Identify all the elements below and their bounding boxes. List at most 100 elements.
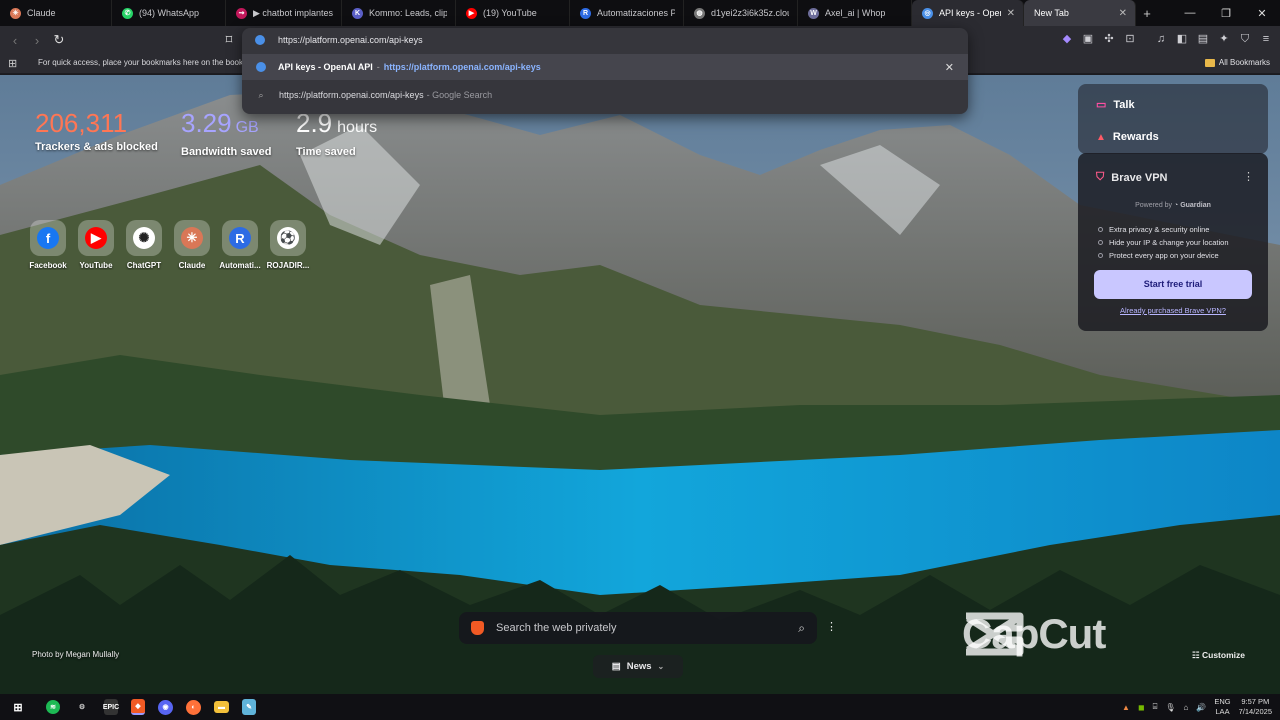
top-site-tile[interactable]: ✳ Claude [172,220,212,270]
tab-title: (94) WhatsApp [139,8,200,18]
remove-suggestion-icon[interactable]: ✕ [945,61,954,74]
tab-title: Axel_ai | Whop [825,8,886,18]
chevron-down-icon: ⌄ [657,662,665,671]
leo-ai-icon[interactable]: ◆ [1061,32,1073,46]
tab-2[interactable]: ⇝ ▶ chatbot implantes - [226,0,342,26]
address-text[interactable]: https://platform.openai.com/api-keys [278,35,423,45]
brave-logo-icon [471,621,484,635]
close-tab-icon[interactable]: ✕ [1007,8,1015,19]
all-bookmarks-label: All Bookmarks [1218,58,1270,67]
discord-icon[interactable]: ◉ [158,699,173,715]
clock-date: 7/14/2025 [1238,707,1272,716]
vpn-feature: Extra privacy & security online [1098,225,1209,234]
tab-4[interactable]: ▶ (19) YouTube [456,0,570,26]
news-button[interactable]: ▤ News ⌄ [593,655,683,678]
screenshot-icon[interactable]: ⊡ [1124,32,1136,46]
capcut-watermark: CapCut [962,610,1106,658]
windows-start-icon[interactable]: ⊞ [9,699,27,715]
stat-value: 3.29 [181,108,232,138]
site-globe-icon [255,35,265,45]
address-bar[interactable]: https://platform.openai.com/api-keys [242,28,968,52]
network-icon[interactable]: ⌂ [1184,703,1189,712]
arrow-icon: ⇝ [236,7,247,19]
tab-1[interactable]: ✆ (94) WhatsApp [112,0,226,26]
talk-label: Talk [1113,98,1135,111]
claude-icon: ✳ [10,7,21,19]
close-window-button[interactable]: ✕ [1244,7,1280,20]
talk-widget[interactable]: ▭ Talk [1096,98,1135,112]
all-bookmarks-button[interactable]: All Bookmarks [1204,58,1270,67]
tab-7[interactable]: W Axel_ai | Whop [798,0,912,26]
wallet-icon[interactable]: ▤ [1197,32,1209,46]
language-indicator[interactable]: ENG LAA [1214,697,1230,717]
site-glyph: ⚽ [277,227,299,249]
extension-icon[interactable]: ▣ [1082,32,1094,46]
top-site-tile[interactable]: ✺ ChatGPT [124,220,164,270]
tab-5[interactable]: R Automatizaciones Para [570,0,684,26]
rewards-widget[interactable]: ▲ Rewards [1096,131,1159,143]
forward-button[interactable]: › [26,33,48,48]
suggestion-google-search[interactable]: ⌕ https://platform.openai.com/api-keys -… [242,82,968,108]
puzzle-icon[interactable]: ✣ [1103,32,1115,46]
facebook-icon: f [30,220,66,256]
file-explorer-icon[interactable]: ▬ [214,701,229,713]
top-site-tile[interactable]: ⚽ ROJADIR... [267,220,309,270]
notepad-icon[interactable]: ✎ [242,699,256,715]
search-input[interactable] [496,622,776,634]
vpn-menu-icon[interactable]: ⋮ [1243,170,1254,183]
microphone-icon[interactable]: 🎙 [1165,703,1175,712]
volume-icon[interactable]: 🔊 [1196,703,1206,712]
tab-8[interactable]: ◎ API keys - OpenAI ✕ [912,0,1024,26]
maximize-button[interactable]: ❐ [1208,7,1244,20]
sidebar-icon[interactable]: ◧ [1176,32,1188,46]
top-site-tile[interactable]: ▶ YouTube [76,220,116,270]
music-icon[interactable]: ♫ [1155,32,1167,46]
reload-button[interactable]: ↻ [48,32,70,48]
tab-9[interactable]: New Tab ✕ [1024,0,1136,26]
sparkle-icon[interactable]: ✦ [1218,32,1230,46]
vpn-shield-icon: ⛉ [1096,171,1105,183]
kommo-icon: K [352,7,363,19]
bookmark-star-button[interactable]: ⌑ [218,32,240,48]
stat-unit: GB [235,119,259,136]
tab-3[interactable]: K Kommo: Leads, clipsde [342,0,456,26]
tab-0[interactable]: ✳ Claude [0,0,112,26]
top-site-tile[interactable]: R Automati... [219,220,261,270]
close-tab-icon[interactable]: ✕ [1119,8,1127,19]
spotify-icon[interactable]: ≋ [46,700,60,714]
tab-6[interactable]: ◍ d1yei2z3i6k35z.cloudfr [684,0,798,26]
firefox-icon[interactable]: ◐ [186,699,201,715]
shield-icon[interactable]: ⛉ [1239,32,1251,46]
already-purchased-link[interactable]: Already purchased Brave VPN? [1078,306,1268,315]
epic-games-icon[interactable]: EPIC [103,699,119,715]
suggestion-query: https://platform.openai.com/api-keys [279,90,424,100]
tray-icon[interactable]: ⌸ [1153,702,1158,712]
minimize-button[interactable]: — [1172,7,1208,20]
search-icon[interactable]: ⌕ [798,621,805,636]
brave-browser-icon[interactable]: ◆ [131,699,145,715]
vpn-feature-text: Protect every app on your device [1109,251,1219,260]
site-glyph: f [37,227,59,249]
new-tab-button[interactable]: + [1136,6,1158,21]
start-free-trial-button[interactable]: Start free trial [1094,270,1252,299]
clock[interactable]: 9:57 PM 7/14/2025 [1239,697,1272,717]
cheat-engine-icon[interactable]: ⚙ [73,699,91,715]
customize-button[interactable]: ☷ Customize [1192,650,1245,661]
tray-app-icon[interactable]: ▲ [1122,703,1130,712]
tab-title: API keys - OpenAI [939,8,1001,18]
menu-icon[interactable]: ≡ [1260,32,1272,46]
top-site-tile[interactable]: f Facebook [28,220,68,270]
back-button[interactable]: ‹ [4,33,26,48]
search-box[interactable]: ⌕ [459,612,817,644]
customize-label: Customize [1202,650,1245,660]
rewards-triangle-icon: ▲ [1096,131,1106,143]
apps-grid-icon[interactable]: ⊞ [8,57,17,70]
suggestion-separator: - [376,62,380,72]
photo-credit[interactable]: Photo by Megan Mullally [32,650,119,659]
suggestion-openai[interactable]: API keys - OpenAI API - https://platform… [242,54,968,80]
nvidia-icon[interactable]: ◼ [1138,703,1145,712]
site-glyph: R [229,227,251,249]
whop-icon: W [808,7,819,19]
suggestion-title: API keys - OpenAI API [278,62,373,72]
search-engine-menu-icon[interactable]: ⋮ [826,620,837,633]
